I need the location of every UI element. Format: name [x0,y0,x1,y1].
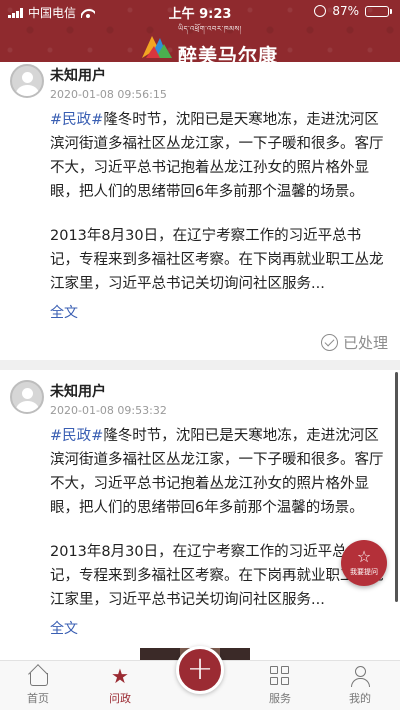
user-icon [349,665,371,687]
battery-icon [365,5,392,17]
user-name: 未知用户 [50,384,106,400]
battery-percent: 87% [332,4,359,18]
post-content: #民政#隆冬时节，沈阳已是天寒地冻，走进沈河区滨河街道多福社区丛龙江家，一下子暖… [50,108,386,316]
rotation-lock-icon [314,5,327,17]
center-add-button[interactable]: + [176,646,224,694]
post-card[interactable]: 未知用户 2020-01-08 09:53:32 #民政#隆冬时节，沈阳已是天寒… [0,378,400,660]
star-icon: ★ [111,664,129,688]
star-icon: ☆ [356,547,372,566]
tab-label: 问政 [109,692,131,705]
topic-tag[interactable]: #民政# [50,112,103,128]
tab-label: 首页 [27,692,49,705]
user-name: 未知用户 [50,68,106,84]
tab-home[interactable]: 首页 [8,665,68,706]
status-bar: 中国电信 上午 9:23 87% [0,0,400,22]
tab-wenzheng[interactable]: ★ 问政 [90,665,150,706]
status-badge: 已处理 [320,332,388,353]
grid-icon [269,665,291,687]
post-content: #民政#隆冬时节，沈阳已是天寒地冻，走进沈河区滨河街道多福社区丛龙江家，一下子暖… [50,424,386,632]
logo-mark-icon [142,36,172,58]
app-header: 中国电信 上午 9:23 87% ཡིད་འཕྲོག་འབར་ཁམས། 醉美马尔… [0,0,400,67]
tab-label: 服务 [269,692,291,705]
post-paragraph: #民政#隆冬时节，沈阳已是天寒地冻，走进沈河区滨河街道多福社区丛龙江家，一下子暖… [50,112,384,200]
post-user: 未知用户 2020-01-08 09:56:15 [10,64,167,101]
post-paragraph: 2013年8月30日，在辽宁考察工作的习近平总书记，专程来到多福社区考察。在下岗… [50,544,384,608]
post-time: 2020-01-08 09:53:32 [50,404,167,417]
check-circle-icon [320,334,338,351]
post-divider [0,360,400,370]
tab-service[interactable]: 服务 [250,665,310,706]
tab-mine[interactable]: 我的 [330,665,390,706]
avatar[interactable] [10,380,44,414]
scrollbar[interactable] [395,372,398,602]
ask-question-button[interactable]: ☆ 我要提问 [341,540,387,586]
logo-tibetan: ཡིད་འཕྲོག་འབར་ཁམས། [178,25,242,33]
post-user: 未知用户 2020-01-08 09:53:32 [10,380,167,417]
full-text-link[interactable]: 全文 [50,302,78,322]
tab-label: 我的 [349,692,371,705]
post-time: 2020-01-08 09:56:15 [50,88,167,101]
post-paragraph: #民政#隆冬时节，沈阳已是天寒地冻，走进沈河区滨河街道多福社区丛龙江家，一下子暖… [50,428,384,516]
post-card[interactable]: 未知用户 2020-01-08 09:56:15 #民政#隆冬时节，沈阳已是天寒… [0,62,400,352]
topic-tag[interactable]: #民政# [50,428,103,444]
post-feed[interactable]: 未知用户 2020-01-08 09:56:15 #民政#隆冬时节，沈阳已是天寒… [0,62,400,660]
ask-question-label: 我要提问 [350,568,378,576]
home-icon [27,665,49,687]
post-paragraph: 2013年8月30日，在辽宁考察工作的习近平总书记，专程来到多福社区考察。在下岗… [50,228,384,292]
full-text-link[interactable]: 全文 [50,618,78,638]
status-right: 87% [314,4,392,18]
status-label: 已处理 [342,334,388,352]
avatar[interactable] [10,64,44,98]
